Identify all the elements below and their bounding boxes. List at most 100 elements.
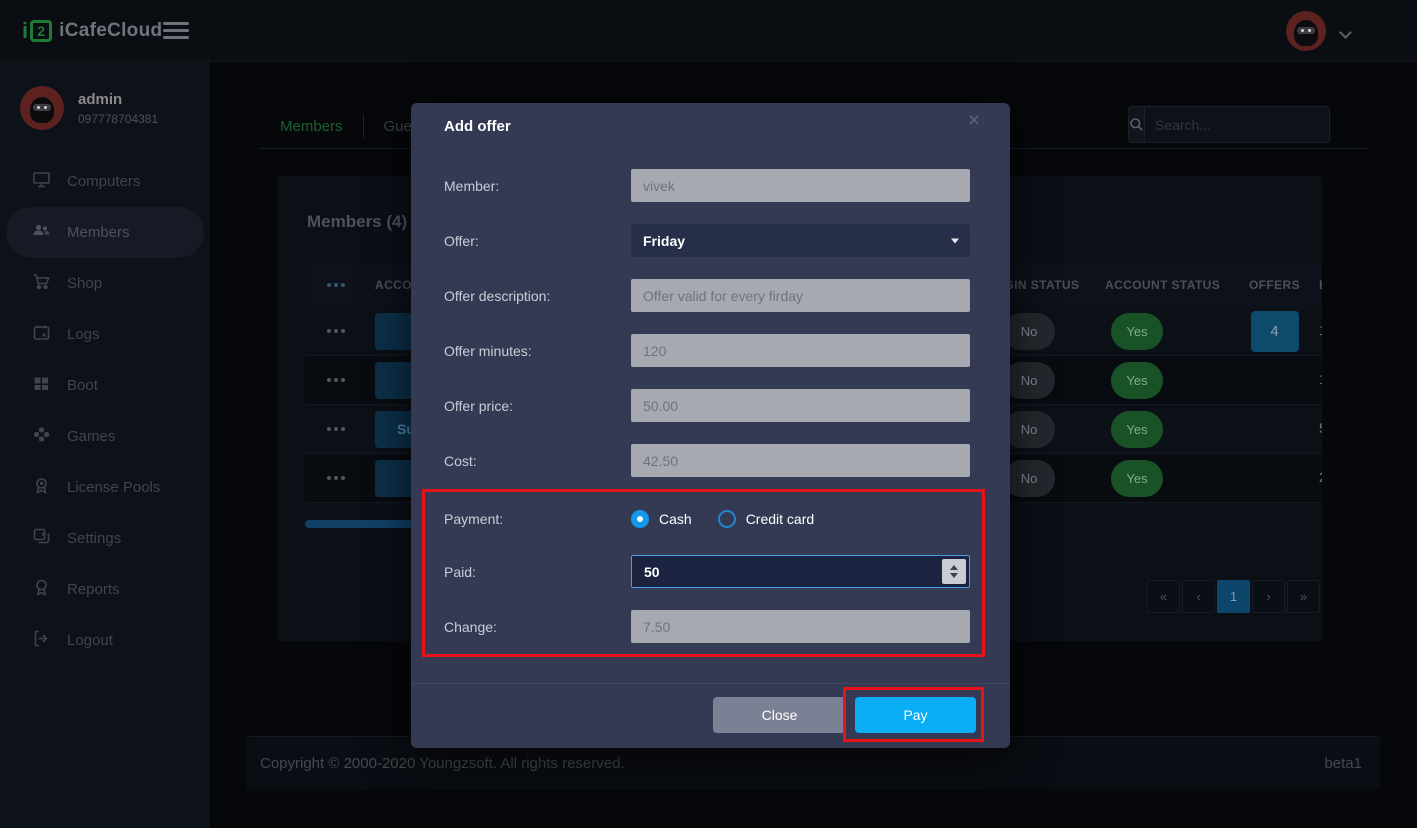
radio-cash[interactable]: Cash bbox=[631, 510, 692, 528]
sidebar-item-settings[interactable]: Settings bbox=[6, 513, 204, 564]
modal-title: Add offer bbox=[444, 118, 511, 135]
clipped-cell: 5 bbox=[1319, 420, 1322, 436]
add-offer-modal: Add offer × Member: Offer: Friday Offer … bbox=[411, 103, 1010, 748]
paid-input[interactable] bbox=[631, 555, 970, 588]
icafecloud-logo[interactable]: i 2 iCafeCloud bbox=[22, 18, 162, 44]
version-label: beta1 bbox=[1324, 755, 1362, 772]
pagination-prev[interactable]: ‹ bbox=[1182, 580, 1215, 613]
row-actions-icon[interactable] bbox=[327, 378, 345, 382]
sidebar-menu: Computers Members Shop Logs Boot Games L… bbox=[0, 156, 210, 666]
stepper-down-icon[interactable] bbox=[950, 573, 958, 578]
logout-icon bbox=[32, 629, 51, 652]
header-clipped: B bbox=[1317, 278, 1322, 292]
stepper-up-icon[interactable] bbox=[950, 565, 958, 570]
price-label: Offer price: bbox=[444, 398, 513, 414]
user-avatar[interactable] bbox=[1286, 11, 1326, 51]
copyright-text: Copyright © 2000-2020 Youngzsoft. All ri… bbox=[260, 755, 625, 772]
calendar-icon bbox=[32, 323, 51, 346]
logo-i-glyph: i bbox=[22, 18, 28, 44]
sidebar: admin 097778704381 Computers Members Sho… bbox=[0, 62, 210, 828]
offers-count-badge[interactable]: 4 bbox=[1251, 311, 1299, 352]
select-caret-icon bbox=[951, 238, 959, 243]
avatar bbox=[20, 86, 64, 130]
topbar: i 2 iCafeCloud bbox=[0, 0, 1417, 62]
profile-phone: 097778704381 bbox=[78, 112, 158, 126]
pagination-last[interactable]: » bbox=[1287, 580, 1320, 613]
search-input[interactable] bbox=[1145, 107, 1330, 142]
sidebar-item-boot[interactable]: Boot bbox=[6, 360, 204, 411]
member-input bbox=[631, 169, 970, 202]
windows-icon bbox=[32, 374, 51, 397]
logo-2-glyph: 2 bbox=[30, 20, 52, 42]
price-field-row: Offer price: bbox=[411, 389, 1010, 422]
minutes-label: Offer minutes: bbox=[444, 343, 532, 359]
offer-label: Offer: bbox=[444, 233, 479, 249]
sidebar-item-shop[interactable]: Shop bbox=[6, 258, 204, 309]
login-status-badge: No bbox=[1003, 362, 1055, 399]
members-icon bbox=[32, 221, 51, 244]
minutes-field-row: Offer minutes: bbox=[411, 334, 1010, 367]
offer-selected-value: Friday bbox=[643, 233, 685, 249]
ninja-avatar-icon bbox=[1294, 20, 1318, 46]
sidebar-item-logs[interactable]: Logs bbox=[6, 309, 204, 360]
header-offers: OFFERS bbox=[1232, 278, 1317, 292]
profile-name: admin bbox=[78, 91, 158, 108]
gamepad-icon bbox=[32, 425, 51, 448]
description-label: Offer description: bbox=[444, 288, 550, 304]
sidebar-item-license-pools[interactable]: License Pools bbox=[6, 462, 204, 513]
sidebar-item-reports[interactable]: Reports bbox=[6, 564, 204, 615]
offer-select[interactable]: Friday bbox=[631, 224, 970, 257]
clipped-cell: 1 bbox=[1319, 371, 1322, 387]
account-status-badge: Yes bbox=[1111, 362, 1163, 399]
radio-credit-card[interactable]: Credit card bbox=[718, 510, 814, 528]
cart-icon bbox=[32, 272, 51, 295]
login-status-badge: No bbox=[1003, 460, 1055, 497]
search-box bbox=[1128, 106, 1330, 143]
pagination-page-1[interactable]: 1 bbox=[1217, 580, 1250, 613]
login-status-badge: No bbox=[1003, 313, 1055, 350]
pagination-first[interactable]: « bbox=[1147, 580, 1180, 613]
pin-icon bbox=[32, 476, 51, 499]
tab-members[interactable]: Members bbox=[260, 118, 363, 135]
member-field-row: Member: bbox=[411, 169, 1010, 202]
clipped-cell: 1 bbox=[1319, 322, 1322, 338]
close-button[interactable]: Close bbox=[713, 697, 846, 733]
change-field-row: Change: bbox=[411, 610, 1010, 643]
modal-footer-divider bbox=[411, 683, 1010, 684]
member-label: Member: bbox=[444, 178, 499, 194]
pay-button[interactable]: Pay bbox=[855, 697, 976, 733]
sidebar-item-computers[interactable]: Computers bbox=[6, 156, 204, 207]
description-field-row: Offer description: bbox=[411, 279, 1010, 312]
cost-label: Cost: bbox=[444, 453, 477, 469]
radio-selected-icon[interactable] bbox=[631, 510, 649, 528]
offer-field-row: Offer: Friday bbox=[411, 224, 1010, 257]
close-icon[interactable]: × bbox=[962, 109, 986, 133]
hamburger-menu-icon[interactable] bbox=[163, 22, 189, 39]
payment-field-row: Payment: Cash Credit card bbox=[411, 502, 1010, 535]
clipped-cell: 2 bbox=[1319, 469, 1322, 485]
row-actions-icon[interactable] bbox=[327, 476, 345, 480]
sidebar-item-logout[interactable]: Logout bbox=[6, 615, 204, 666]
sidebar-item-games[interactable]: Games bbox=[6, 411, 204, 462]
sidebar-item-members[interactable]: Members bbox=[6, 207, 204, 258]
row-actions-icon[interactable] bbox=[327, 427, 345, 431]
paid-field-row: Paid: bbox=[411, 555, 1010, 588]
search-icon[interactable] bbox=[1129, 107, 1145, 142]
sidebar-profile: admin 097778704381 bbox=[0, 62, 210, 148]
header-account-status: ACCOUNT STATUS bbox=[1097, 278, 1232, 292]
paid-label: Paid: bbox=[444, 564, 476, 580]
more-dots-icon bbox=[327, 283, 345, 287]
account-status-badge: Yes bbox=[1111, 313, 1163, 350]
brand-zone: i 2 iCafeCloud bbox=[0, 0, 210, 61]
pagination: « ‹ 1 › » bbox=[1147, 580, 1320, 613]
number-stepper[interactable] bbox=[942, 559, 966, 584]
brand-name: iCafeCloud bbox=[59, 20, 162, 42]
row-actions-icon[interactable] bbox=[327, 329, 345, 333]
account-status-badge: Yes bbox=[1111, 411, 1163, 448]
description-input bbox=[631, 279, 970, 312]
radio-unselected-icon[interactable] bbox=[718, 510, 736, 528]
cost-input bbox=[631, 444, 970, 477]
pagination-next[interactable]: › bbox=[1252, 580, 1285, 613]
members-panel-title: Members (4) bbox=[307, 212, 407, 232]
account-status-badge: Yes bbox=[1111, 460, 1163, 497]
